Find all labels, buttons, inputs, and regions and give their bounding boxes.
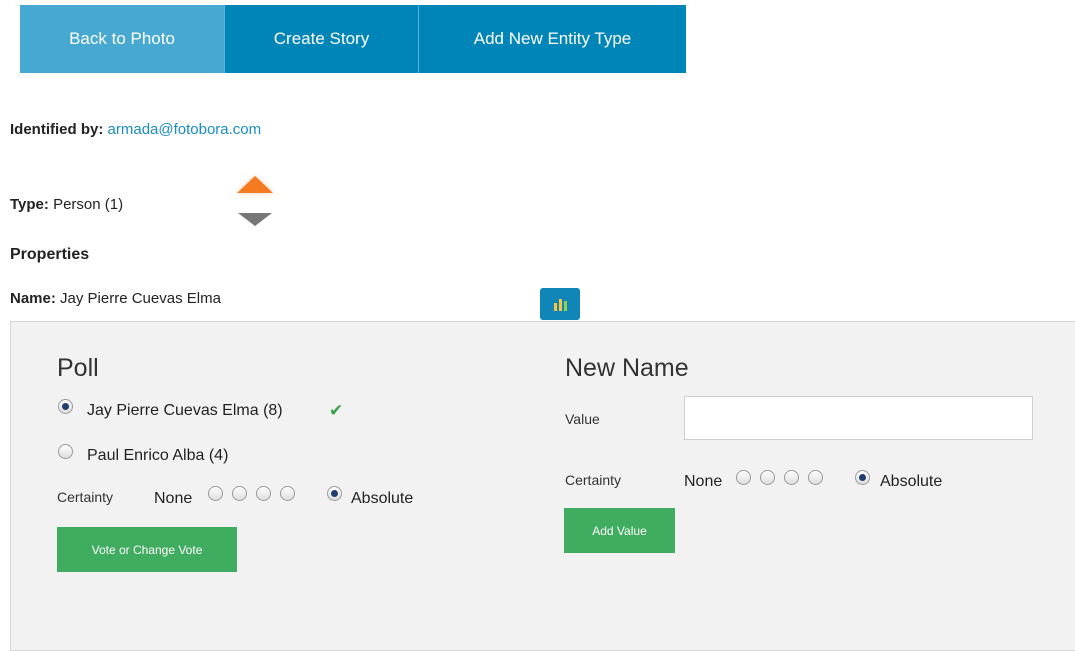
new-name-certainty-radio[interactable] (736, 470, 751, 485)
new-name-certainty-max: Absolute (880, 473, 943, 490)
back-to-photo-button[interactable]: Back to Photo (20, 5, 224, 73)
check-icon: ✔ (329, 401, 344, 420)
poll-option-radio[interactable] (58, 444, 73, 459)
new-name-certainty-label: Certainty (565, 472, 622, 488)
poll-option-label: Jay Pierre Cuevas Elma (8) (87, 402, 283, 419)
poll-option-radio[interactable] (58, 399, 73, 414)
new-name-certainty-radio[interactable] (855, 470, 870, 485)
type-value: Person (1) (53, 196, 124, 213)
poll-certainty-max: Absolute (351, 490, 414, 507)
poll-certainty-min: None (154, 490, 193, 507)
type-line: Type: Person (1) (10, 196, 123, 213)
poll-certainty-radio[interactable] (232, 486, 247, 501)
poll-heading: Poll (57, 354, 99, 382)
new-name-certainty-radio[interactable] (784, 470, 799, 485)
poll-certainty-radio[interactable] (256, 486, 271, 501)
name-value: Jay Pierre Cuevas Elma (60, 290, 221, 307)
value-label: Value (565, 411, 600, 427)
new-name-certainty-radio[interactable] (808, 470, 823, 485)
name-label: Name: (10, 290, 56, 307)
poll-certainty-radio[interactable] (280, 486, 295, 501)
name-line: Name: Jay Pierre Cuevas Elma (10, 290, 221, 307)
new-name-certainty-min: None (684, 473, 723, 490)
poll-option-label: Paul Enrico Alba (4) (87, 447, 229, 464)
arrow-up-icon[interactable] (237, 176, 273, 193)
new-name-heading: New Name (565, 354, 689, 382)
properties-heading: Properties (10, 246, 90, 263)
new-name-certainty-radio[interactable] (760, 470, 775, 485)
poll-certainty-radio[interactable] (208, 486, 223, 501)
create-story-button[interactable]: Create Story (224, 5, 418, 73)
add-entity-type-button[interactable]: Add New Entity Type (418, 5, 686, 73)
bar-chart-icon[interactable] (540, 288, 580, 320)
vote-button[interactable]: Vote or Change Vote (57, 527, 237, 572)
identified-by-label: Identified by: (10, 121, 104, 138)
add-value-button[interactable]: Add Value (564, 508, 675, 553)
poll-panel: Poll Jay Pierre Cuevas Elma (8) ✔ Paul E… (10, 321, 1075, 651)
poll-certainty-label: Certainty (57, 489, 114, 505)
type-label: Type: (10, 196, 49, 213)
identified-by-email-link[interactable]: armada@fotobora.com (108, 121, 262, 138)
top-nav: Back to Photo Create Story Add New Entit… (20, 5, 686, 73)
identified-by-line: Identified by: armada@fotobora.com (10, 121, 261, 138)
value-input[interactable] (684, 396, 1033, 440)
poll-certainty-radio[interactable] (327, 486, 342, 501)
arrow-down-icon[interactable] (238, 213, 272, 226)
